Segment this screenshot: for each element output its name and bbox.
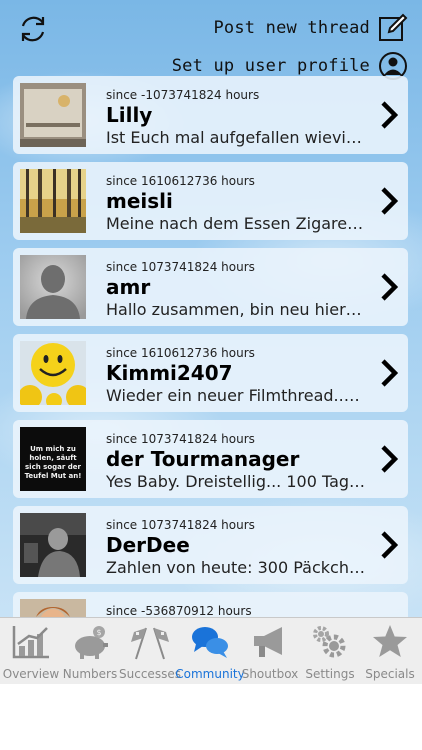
avatar: Um mich zu holen, säuft sich sogar der T…	[20, 427, 86, 491]
avatar	[20, 513, 86, 577]
since-label: since 1073741824 hours	[106, 432, 255, 446]
thread-row[interactable]: since 1073741824 hours amr Hallo zusamme…	[13, 248, 408, 326]
compose-icon	[379, 13, 408, 41]
username: Lilly	[106, 103, 153, 127]
thread-preview: Yes Baby. Dreistellig... 100 Tag…	[106, 472, 366, 491]
chevron-right-icon	[381, 187, 398, 215]
tab-successes[interactable]: Successes	[119, 618, 181, 684]
thread-preview: Zahlen von heute: 300 Päckch…	[106, 558, 365, 577]
chevron-right-icon	[381, 531, 398, 559]
star-icon	[373, 625, 407, 657]
username: der Tourmanager	[106, 447, 300, 471]
username: amr	[106, 275, 151, 299]
avatar-quote-text: Um mich zu holen, säuft sich sogar der T…	[24, 445, 82, 480]
tab-bar: Overview $ Numbers Successes Community S…	[0, 617, 422, 684]
chat-bubbles-icon	[192, 627, 228, 658]
tab-label: Specials	[365, 667, 415, 681]
username: DerDee	[106, 533, 190, 557]
tab-numbers[interactable]: $ Numbers	[60, 618, 120, 684]
thread-row[interactable]: Um mich zu holen, säuft sich sogar der T…	[13, 420, 408, 498]
thread-preview: Ist Euch mal aufgefallen wievi…	[106, 128, 362, 147]
thread-preview: Wieder ein neuer Filmthread..…	[106, 386, 360, 405]
thread-preview: Hallo zusammen, bin neu hier…	[106, 300, 362, 319]
since-label: since 1610612736 hours	[106, 174, 255, 188]
chevron-right-icon	[381, 445, 398, 473]
avatar	[20, 341, 86, 405]
user-profile-label: Set up user profile	[171, 56, 370, 76]
post-new-thread-button[interactable]: Post new thread	[213, 12, 408, 44]
thread-row[interactable]: since 1610612736 hours meisli Meine nach…	[13, 162, 408, 240]
avatar	[20, 255, 86, 319]
since-label: since 1610612736 hours	[106, 346, 255, 360]
thread-row[interactable]: since 1610612736 hours Kimmi2407 Wieder …	[13, 334, 408, 412]
thread-row[interactable]: since 1073741824 hours DerDee Zahlen von…	[13, 506, 408, 584]
post-new-thread-label: Post new thread	[213, 18, 370, 38]
chevron-right-icon	[381, 101, 398, 129]
thread-preview: Meine nach dem Essen Zigaret…	[106, 214, 368, 233]
avatar	[20, 169, 86, 233]
thread-row[interactable]: since -1073741824 hours Lilly Ist Euch m…	[13, 76, 408, 154]
background: Post new thread Set up user profile sinc…	[0, 0, 422, 682]
tab-shoutbox[interactable]: Shoutbox	[240, 618, 300, 684]
refresh-icon[interactable]	[16, 12, 50, 46]
since-label: since -1073741824 hours	[106, 88, 260, 102]
megaphone-icon	[254, 627, 282, 657]
checkered-flags-icon	[131, 627, 169, 660]
username: Kimmi2407	[106, 361, 233, 385]
since-label: since -536870912 hours	[106, 604, 252, 618]
svg-text:$: $	[96, 628, 101, 637]
piggy-bank-icon: $	[75, 626, 108, 659]
since-label: since 1073741824 hours	[106, 518, 255, 532]
since-label: since 1073741824 hours	[106, 260, 255, 274]
tab-specials[interactable]: Specials	[360, 618, 420, 684]
chart-icon	[12, 626, 49, 659]
username: meisli	[106, 189, 173, 213]
tab-settings[interactable]: Settings	[300, 618, 360, 684]
chevron-right-icon	[381, 273, 398, 301]
avatar	[20, 83, 86, 147]
tab-community[interactable]: Community	[175, 618, 245, 684]
gears-icon	[313, 626, 346, 658]
chevron-right-icon	[381, 359, 398, 387]
